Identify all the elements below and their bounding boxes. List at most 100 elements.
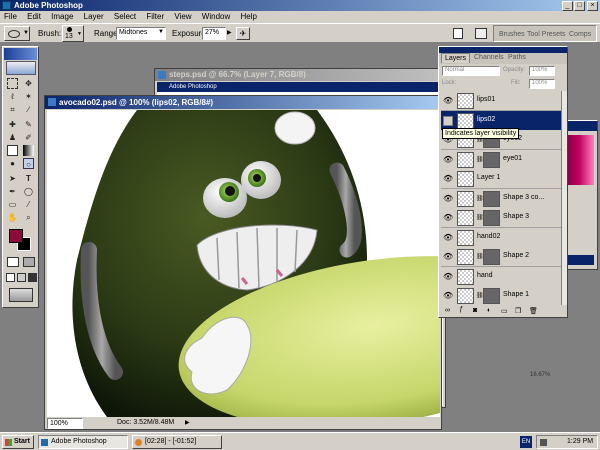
adobe-online-icon[interactable] (6, 61, 36, 75)
magic-wand-tool-icon[interactable]: ✶ (23, 91, 34, 102)
new-layer-icon[interactable]: ❐ (515, 307, 521, 315)
layer-row[interactable]: 👁 ⛓ Shape 2 (441, 247, 561, 267)
layer-name[interactable]: Shape 3 co... (503, 194, 544, 201)
eye-icon[interactable] (443, 115, 453, 126)
menu-help[interactable]: Help (236, 11, 260, 23)
type-tool-icon[interactable]: T (23, 173, 34, 184)
eyedropper-tool-icon[interactable]: ⁄ (23, 199, 34, 210)
layer-thumbnail[interactable] (457, 288, 474, 304)
eraser-tool-icon[interactable] (7, 145, 18, 156)
menu-image[interactable]: Image (47, 11, 77, 23)
task-media-player[interactable]: [02:28] - [-01:52] (132, 435, 222, 449)
menu-filter[interactable]: Filter (142, 11, 168, 23)
airbrush-button[interactable]: ✈ (236, 27, 250, 40)
eye-icon[interactable]: 👁 (443, 213, 453, 223)
path-selection-tool-icon[interactable]: ➤ (7, 173, 18, 184)
hand-tool-icon[interactable]: ✋ (7, 212, 18, 223)
layer-row[interactable]: 👁 hand02 (441, 227, 561, 248)
gradient-tool-icon[interactable] (23, 145, 34, 156)
tab-channels[interactable]: Channels (471, 53, 507, 63)
pen-tool-icon[interactable]: ✒ (7, 186, 18, 197)
exposure-input[interactable]: 27% (202, 27, 226, 40)
crop-tool-icon[interactable]: ⌗ (7, 104, 18, 115)
layer-name[interactable]: Shape 1 (503, 291, 529, 298)
layer-mask-thumbnail[interactable] (483, 249, 500, 265)
link-layers-icon[interactable]: ∞ (445, 307, 450, 314)
add-mask-icon[interactable]: ◙ (473, 307, 477, 314)
layer-thumbnail[interactable] (457, 268, 474, 285)
layer-name[interactable]: hand (477, 272, 493, 279)
layer-thumbnail[interactable] (457, 151, 474, 168)
slice-tool-icon[interactable]: ∕ (23, 104, 34, 115)
menu-window[interactable]: Window (198, 11, 234, 23)
layer-thumbnail[interactable] (457, 112, 474, 129)
document-title-steps[interactable]: steps.psd @ 66.7% (Layer 7, RGB/8) (155, 69, 445, 81)
layer-name[interactable]: hand02 (477, 233, 500, 240)
tab-comps[interactable]: Comps (566, 30, 594, 40)
minimize-button[interactable]: _ (562, 1, 573, 11)
new-group-icon[interactable]: ▭ (501, 307, 508, 315)
layer-mask-thumbnail[interactable] (483, 288, 500, 304)
layers-scrollbar[interactable] (561, 91, 567, 305)
healing-brush-tool-icon[interactable]: ✚ (7, 119, 18, 130)
eye-icon[interactable]: 👁 (443, 252, 453, 262)
zoom-tool-icon[interactable]: ⌕ (23, 212, 34, 223)
menu-select[interactable]: Select (110, 11, 140, 23)
quick-mask-off-icon[interactable] (7, 257, 19, 267)
layer-thumbnail[interactable] (457, 93, 474, 109)
maximize-button[interactable]: □ (574, 1, 585, 11)
file-browser-icon[interactable] (453, 28, 463, 39)
layer-thumbnail[interactable] (457, 229, 474, 246)
layer-mask-thumbnail[interactable] (483, 190, 500, 207)
menu-view[interactable]: View (170, 11, 195, 23)
tab-paths[interactable]: Paths (505, 53, 529, 63)
layer-row[interactable]: 👁 ⛓ eye01 (441, 149, 561, 170)
brush-tool-icon[interactable]: ✎ (23, 119, 34, 130)
layer-row[interactable]: 👁 lips01 (441, 91, 561, 111)
swatch-scroll[interactable] (564, 255, 594, 265)
layer-thumbnail[interactable] (457, 190, 474, 207)
screen-mode-full-menu-icon[interactable] (17, 273, 26, 282)
task-photoshop[interactable]: Adobe Photoshop (38, 435, 128, 449)
close-button[interactable]: × (587, 1, 598, 11)
dodge-tool-icon[interactable]: ○ (23, 158, 34, 169)
layer-name[interactable]: lips02 (477, 116, 495, 123)
layer-style-icon[interactable]: ƒ (459, 306, 463, 313)
lasso-tool-icon[interactable]: ℓ (7, 91, 18, 102)
blend-mode-select[interactable]: Normal (442, 66, 500, 76)
clone-stamp-tool-icon[interactable]: ♟ (7, 132, 18, 143)
fill-input[interactable]: 100% (529, 79, 555, 89)
adjustment-layer-icon[interactable]: ◐ (487, 307, 491, 314)
layer-thumbnail[interactable] (457, 171, 474, 187)
quick-mask-on-icon[interactable] (23, 257, 35, 267)
eye-icon[interactable]: 👁 (443, 155, 453, 165)
avocado-canvas[interactable] (47, 110, 440, 417)
layer-name[interactable]: eye01 (503, 155, 522, 162)
swatch-grid[interactable] (564, 135, 594, 185)
screen-mode-full-icon[interactable] (28, 273, 37, 282)
delete-layer-icon[interactable]: 🗑 (529, 307, 538, 315)
range-select[interactable]: Midtones ▼ (116, 27, 166, 40)
eye-icon[interactable]: 👁 (443, 96, 453, 106)
layer-thumbnail[interactable] (457, 249, 474, 265)
palette-well-icon[interactable] (475, 28, 487, 39)
brush-picker[interactable]: 13 ▼ (62, 25, 84, 42)
exposure-slider-arrow-icon[interactable]: ▶ (227, 29, 232, 36)
layer-mask-thumbnail[interactable] (483, 151, 500, 168)
tab-tool-presets[interactable]: Tool Presets (524, 30, 569, 40)
jump-to-imageready-icon[interactable] (9, 288, 33, 302)
layer-row[interactable]: 👁 ⛓ Shape 1 (441, 286, 561, 305)
marquee-tool-icon[interactable] (7, 78, 18, 89)
tab-layers[interactable]: Layers (441, 53, 471, 63)
tab-brushes[interactable]: Brushes (496, 30, 528, 40)
eye-icon[interactable]: 👁 (443, 233, 453, 243)
blur-tool-icon[interactable]: ● (7, 158, 18, 169)
shape-tool-icon[interactable]: ◯ (23, 186, 34, 197)
menu-edit[interactable]: Edit (23, 11, 45, 23)
layer-mask-thumbnail[interactable] (483, 210, 500, 226)
history-brush-tool-icon[interactable]: ✐ (23, 132, 34, 143)
eye-icon[interactable]: 👁 (443, 194, 453, 204)
layer-row[interactable]: 👁 ⛓ Shape 3 co... (441, 188, 561, 209)
eye-icon[interactable]: 👁 (443, 174, 453, 184)
layer-row[interactable]: 👁 hand (441, 266, 561, 287)
